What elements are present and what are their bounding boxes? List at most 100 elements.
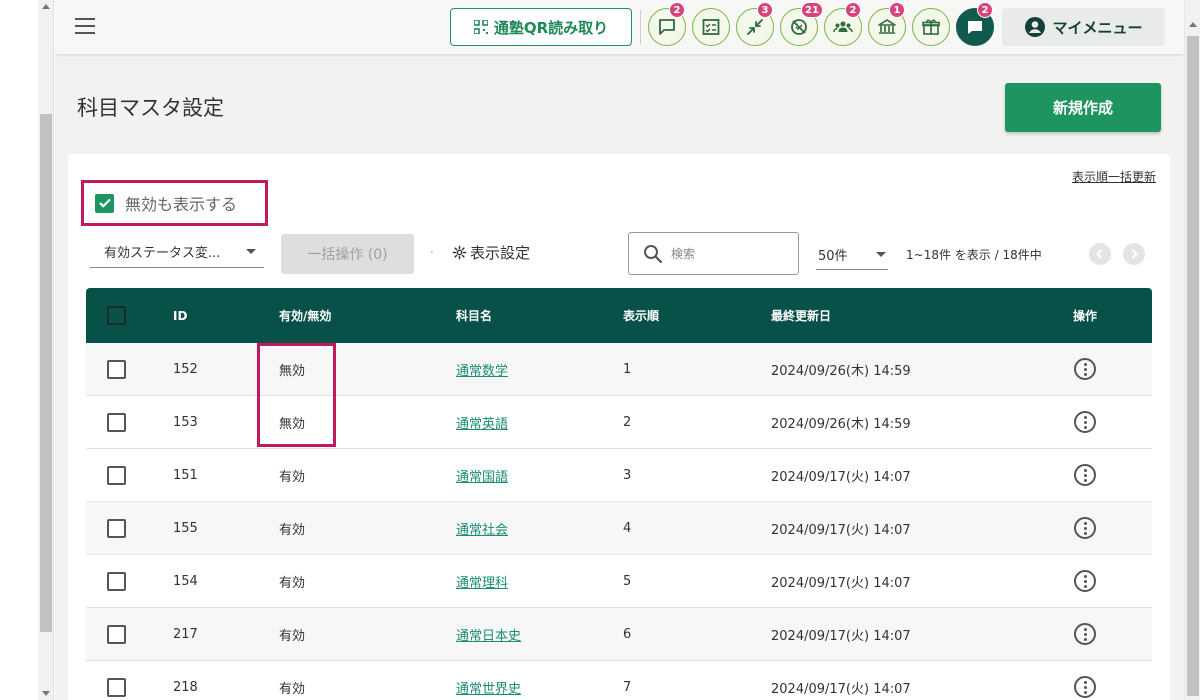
row-checkbox[interactable] bbox=[107, 518, 126, 538]
qr-code-icon bbox=[473, 20, 488, 34]
notification-badge: 21 bbox=[801, 2, 823, 18]
more-vert-icon[interactable] bbox=[1074, 358, 1096, 380]
display-settings-label: 表示設定 bbox=[470, 244, 531, 262]
row-checkbox[interactable] bbox=[107, 359, 126, 379]
more-vert-icon[interactable] bbox=[1074, 464, 1096, 486]
search-icon bbox=[644, 244, 663, 263]
row-id: 151 bbox=[173, 467, 198, 483]
row-id: 155 bbox=[173, 520, 198, 536]
subject-name-link[interactable]: 通常日本史 bbox=[456, 625, 521, 644]
scroll-up-arrow-icon[interactable] bbox=[1189, 22, 1197, 27]
absence-button[interactable]: 21 bbox=[780, 2, 823, 46]
school-icon bbox=[878, 19, 896, 34]
subject-name-link[interactable]: 通常社会 bbox=[456, 519, 508, 538]
bulk-reorder-link[interactable]: 表示順一括更新 bbox=[1072, 168, 1156, 185]
next-page-button[interactable] bbox=[1123, 243, 1145, 265]
scrollbar-thumb[interactable] bbox=[40, 114, 52, 632]
chat-icon bbox=[659, 19, 675, 35]
group-icon bbox=[833, 21, 853, 33]
gift-button[interactable] bbox=[912, 8, 950, 46]
my-menu-label: マイメニュー bbox=[1052, 18, 1143, 37]
header-divider bbox=[640, 10, 641, 44]
row-status: 無効 bbox=[279, 416, 306, 432]
message-button[interactable]: 2 bbox=[956, 2, 994, 46]
scroll-up-arrow-icon[interactable] bbox=[42, 4, 50, 9]
col-updated[interactable]: 最終更新日 bbox=[771, 288, 831, 343]
row-checkbox[interactable] bbox=[107, 677, 126, 697]
select-all-checkbox[interactable] bbox=[107, 306, 126, 325]
school-button[interactable]: 1 bbox=[868, 2, 906, 46]
checkbox-checked[interactable] bbox=[95, 193, 114, 213]
subject-name-link[interactable]: 通常理科 bbox=[456, 572, 508, 591]
more-vert-icon[interactable] bbox=[1074, 411, 1096, 433]
subject-name-link[interactable]: 通常国語 bbox=[456, 466, 508, 485]
row-updated: 2024/09/17(火) 14:07 bbox=[771, 522, 911, 538]
dropdown-arrow-icon bbox=[876, 252, 886, 257]
more-vert-icon[interactable] bbox=[1074, 570, 1096, 592]
row-order: 1 bbox=[623, 361, 632, 377]
subject-name-link[interactable]: 通常英語 bbox=[456, 413, 508, 432]
notification-badge: 2 bbox=[845, 2, 861, 18]
per-page-select[interactable]: 50件 bbox=[816, 240, 888, 270]
table-row: 217 有効 通常日本史 6 2024/09/17(火) 14:07 bbox=[86, 608, 1152, 661]
right-scrollbar[interactable] bbox=[1184, 0, 1200, 700]
no-sign-icon bbox=[791, 19, 807, 35]
col-status[interactable]: 有効/無効 bbox=[279, 288, 331, 343]
more-vert-icon[interactable] bbox=[1074, 517, 1096, 539]
create-new-button[interactable]: 新規作成 bbox=[1005, 83, 1161, 132]
check-icon bbox=[98, 198, 111, 208]
row-updated: 2024/09/17(火) 14:07 bbox=[771, 681, 911, 697]
message-icon bbox=[968, 21, 982, 34]
chat-button[interactable]: 2 bbox=[648, 2, 686, 46]
show-inactive-label: 無効も表示する bbox=[125, 195, 238, 214]
table-row: 153 無効 通常英語 2 2024/09/26(木) 14:59 bbox=[86, 396, 1152, 449]
app-window: 通塾QR読み取り 2 3 21 2 1 2 マイメニュー 科目マスタ設定 新規作… bbox=[55, 0, 1184, 700]
row-checkbox[interactable] bbox=[107, 412, 126, 432]
search-input[interactable] bbox=[671, 246, 781, 261]
status-change-select[interactable]: 有効ステータス変... bbox=[90, 236, 264, 268]
row-order: 2 bbox=[623, 414, 632, 430]
row-status: 無効 bbox=[279, 363, 306, 379]
qr-scan-label: 通塾QR読み取り bbox=[493, 18, 609, 37]
checklist-button[interactable] bbox=[692, 8, 730, 46]
scroll-down-arrow-icon[interactable] bbox=[42, 691, 50, 696]
search-field[interactable] bbox=[628, 232, 799, 275]
subject-name-link[interactable]: 通常世界史 bbox=[456, 678, 521, 697]
col-order[interactable]: 表示順 bbox=[623, 288, 659, 343]
gift-icon bbox=[922, 19, 940, 35]
transfer-button[interactable]: 3 bbox=[736, 2, 774, 46]
row-id: 152 bbox=[173, 361, 198, 377]
subject-master-card: 表示順一括更新 無効も表示する 有効ステータス変... 一括操作 (0) · 表… bbox=[68, 154, 1170, 700]
hamburger-menu-icon[interactable] bbox=[75, 18, 95, 34]
row-checkbox[interactable] bbox=[107, 624, 126, 644]
row-id: 218 bbox=[173, 679, 198, 695]
notification-badge: 3 bbox=[757, 2, 773, 18]
scrollbar-thumb[interactable] bbox=[1187, 36, 1199, 696]
more-vert-icon[interactable] bbox=[1074, 623, 1096, 645]
more-vert-icon[interactable] bbox=[1074, 676, 1096, 698]
group-button[interactable]: 2 bbox=[824, 2, 862, 46]
status-select-value: 有効ステータス変... bbox=[104, 246, 221, 261]
col-actions: 操作 bbox=[1073, 309, 1098, 323]
display-settings-button[interactable]: 表示設定 bbox=[452, 242, 530, 263]
row-order: 4 bbox=[623, 520, 632, 536]
notification-badge: 1 bbox=[889, 2, 905, 18]
table-header: ID 有効/無効 科目名 表示順 最終更新日 操作 bbox=[86, 288, 1152, 343]
arrows-inward-icon bbox=[747, 19, 763, 35]
table-row: 218 有効 通常世界史 7 2024/09/17(火) 14:07 bbox=[86, 661, 1152, 700]
bulk-action-button[interactable]: 一括操作 (0) bbox=[281, 234, 414, 274]
col-id[interactable]: ID bbox=[173, 288, 187, 343]
show-inactive-checkbox[interactable]: 無効も表示する bbox=[81, 180, 268, 226]
col-name[interactable]: 科目名 bbox=[456, 288, 492, 343]
row-updated: 2024/09/17(火) 14:07 bbox=[771, 575, 911, 591]
my-menu-button[interactable]: マイメニュー bbox=[1002, 8, 1165, 46]
subject-name-link[interactable]: 通常数学 bbox=[456, 360, 508, 379]
prev-page-button[interactable] bbox=[1089, 243, 1111, 265]
row-checkbox[interactable] bbox=[107, 465, 126, 485]
qr-scan-button[interactable]: 通塾QR読み取り bbox=[450, 8, 632, 46]
row-checkbox[interactable] bbox=[107, 571, 126, 591]
row-status: 有効 bbox=[279, 575, 306, 591]
checklist-icon bbox=[702, 19, 720, 35]
table-row: 155 有効 通常社会 4 2024/09/17(火) 14:07 bbox=[86, 502, 1152, 555]
left-scrollbar[interactable] bbox=[38, 0, 54, 700]
